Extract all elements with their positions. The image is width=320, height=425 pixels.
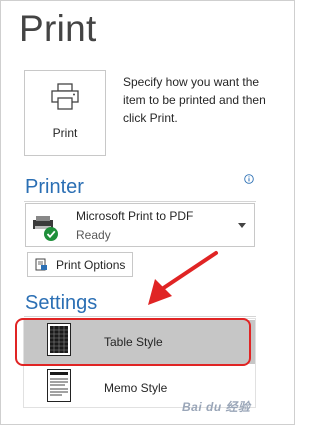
chevron-down-icon <box>238 223 246 228</box>
printer-section-divider <box>24 201 256 202</box>
settings-section-title: Settings <box>25 292 98 314</box>
print-options-button[interactable]: Print Options <box>27 252 133 277</box>
print-options-label: Print Options <box>56 258 126 272</box>
settings-section-divider <box>24 316 256 317</box>
print-options-icon <box>35 258 47 271</box>
print-button-label: Print <box>52 126 78 140</box>
printer-icon <box>51 83 79 110</box>
table-style-label: Table Style <box>104 335 163 349</box>
info-icon[interactable] <box>244 174 254 184</box>
print-description: Specify how you want the item to be prin… <box>123 75 266 125</box>
memo-style-icon <box>47 369 71 402</box>
page-title: Print <box>19 8 97 49</box>
memo-style-label: Memo Style <box>104 381 168 395</box>
printer-status: Ready <box>76 228 111 242</box>
table-style-option[interactable]: Table Style <box>24 320 255 364</box>
print-style-list: Table Style Memo Style <box>23 318 256 408</box>
table-style-icon <box>47 323 71 356</box>
printer-name: Microsoft Print to PDF <box>76 209 194 223</box>
watermark: Bai du 经验 <box>182 400 251 414</box>
printer-section-title: Printer <box>25 176 84 198</box>
printer-dropdown[interactable]: Microsoft Print to PDF Ready <box>25 203 255 247</box>
printer-ready-icon <box>33 216 58 241</box>
print-button[interactable]: Print <box>24 70 106 156</box>
